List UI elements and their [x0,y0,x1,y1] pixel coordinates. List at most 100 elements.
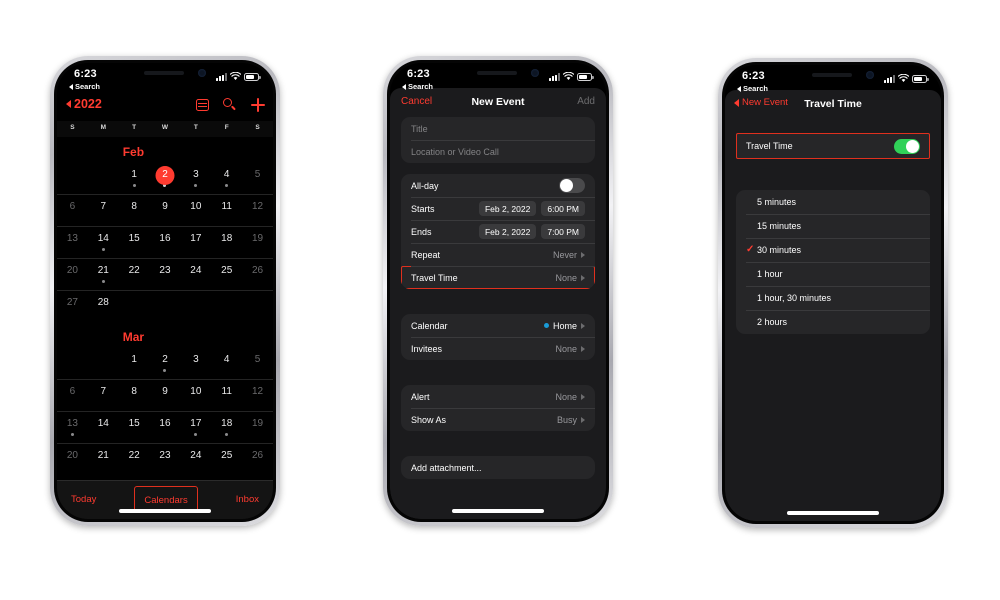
home-indicator[interactable] [119,509,211,513]
calendar-day[interactable]: 20 [57,444,88,475]
home-indicator[interactable] [787,511,879,515]
phone2-bezel: 6:23 Search Cancel New Event Add Title L… [387,60,609,522]
calendar-day[interactable]: 10 [180,380,211,411]
calendar-day[interactable]: 4 [211,348,242,379]
calendar-day[interactable]: 11 [211,195,242,226]
travel-time-row[interactable]: Travel Time None [401,266,595,289]
tab-inbox[interactable]: Inbox [236,494,259,505]
calendar-day[interactable]: 15 [119,227,150,258]
calendar-day[interactable]: 6 [57,380,88,411]
calendar-day[interactable]: 22 [119,259,150,290]
duration-option[interactable]: 15 minutes [736,214,930,238]
travel-time-toggle-row[interactable]: Travel Time [736,133,930,159]
title-field-row[interactable]: Title [401,117,595,140]
calendar-day[interactable]: 3 [180,163,211,194]
calendar-day[interactable]: 15 [119,412,150,443]
status-back-to-search[interactable]: Search [402,82,433,91]
add-event-icon[interactable] [251,98,265,112]
invitees-row[interactable]: Invitees None [401,337,595,360]
calendar-day[interactable]: 5 [242,348,273,379]
calendar-day[interactable]: 2 [150,348,181,379]
calendar-day[interactable]: 26 [242,444,273,475]
alert-row[interactable]: Alert None [401,385,595,408]
calendar-day[interactable]: 8 [119,380,150,411]
duration-option-selected[interactable]: ✓ 30 minutes [736,238,930,262]
year-back-button[interactable]: 2022 [66,97,102,111]
calendar-row[interactable]: Calendar Home [401,314,595,337]
calendar-day[interactable]: 28 [88,291,119,322]
calendar-day[interactable]: 20 [57,259,88,290]
search-icon[interactable] [223,98,237,112]
calendar-day[interactable]: 1 [119,348,150,379]
list-view-icon[interactable] [196,99,209,111]
location-input[interactable]: Location or Video Call [411,147,499,157]
calendar-day[interactable]: 19 [242,227,273,258]
home-indicator[interactable] [452,509,544,513]
repeat-row[interactable]: Repeat Never [401,243,595,266]
calendar-day[interactable]: 16 [150,412,181,443]
starts-time-button[interactable]: 6:00 PM [541,201,585,216]
calendar-day-selected[interactable]: 2 [150,163,181,194]
calendar-day[interactable]: 5 [242,163,273,194]
add-button[interactable]: Add [577,96,595,107]
tab-calendars[interactable]: Calendars [144,495,187,506]
duration-option[interactable]: 1 hour, 30 minutes [736,286,930,310]
calendar-day[interactable]: 8 [119,195,150,226]
calendar-day[interactable]: 21 [88,444,119,475]
travel-time-toggle-group: Travel Time [736,133,930,159]
all-day-row[interactable]: All-day [401,174,595,197]
travel-time-toggle[interactable] [894,138,920,154]
calendar-day[interactable]: 22 [119,444,150,475]
calendar-day[interactable]: 18 [211,412,242,443]
calendar-day[interactable]: 7 [88,380,119,411]
calendar-day[interactable]: 24 [180,444,211,475]
calendar-day[interactable]: 14 [88,412,119,443]
calendar-day[interactable]: 25 [211,444,242,475]
all-day-toggle[interactable] [559,178,585,193]
calendar-day[interactable]: 6 [57,195,88,226]
calendar-day[interactable]: 1 [119,163,150,194]
calendar-scroll-area[interactable]: Feb 1 2 3 4 5 6 7 8 9 10 11 12 13 14 15 16 17 18 19 20 21 22 23… [57,137,273,519]
calendar-day[interactable]: 7 [88,195,119,226]
calendar-day[interactable]: 11 [211,380,242,411]
calendar-day[interactable]: 18 [211,227,242,258]
notch [778,65,888,86]
tab-today[interactable]: Today [71,494,96,505]
calendar-day[interactable]: 19 [242,412,273,443]
calendar-day[interactable]: 23 [150,444,181,475]
status-back-to-search[interactable]: Search [737,84,768,93]
calendar-day[interactable]: 21 [88,259,119,290]
ends-time-button[interactable]: 7:00 PM [541,224,585,239]
ends-date-button[interactable]: Feb 2, 2022 [478,224,537,239]
calendar-day[interactable]: 12 [242,195,273,226]
title-input[interactable]: Title [411,124,428,134]
calendar-day[interactable]: 10 [180,195,211,226]
calendar-day[interactable]: 4 [211,163,242,194]
starts-row[interactable]: Starts Feb 2, 2022 6:00 PM [401,197,595,220]
calendar-day[interactable]: 25 [211,259,242,290]
duration-option[interactable]: 1 hour [736,262,930,286]
starts-date-button[interactable]: Feb 2, 2022 [478,201,537,216]
calendar-day[interactable]: 3 [180,348,211,379]
calendar-day[interactable]: 9 [150,380,181,411]
calendar-day[interactable]: 13 [57,412,88,443]
calendar-day[interactable]: 13 [57,227,88,258]
status-back-to-search[interactable]: Search [69,82,100,91]
calendar-day[interactable]: 23 [150,259,181,290]
calendar-day[interactable]: 16 [150,227,181,258]
add-attachment-row[interactable]: Add attachment... [401,456,595,479]
calendar-day[interactable]: 12 [242,380,273,411]
calendar-day[interactable]: 27 [57,291,88,322]
ends-row[interactable]: Ends Feb 2, 2022 7:00 PM [401,220,595,243]
duration-option[interactable]: 5 minutes [736,190,930,214]
calendar-day[interactable]: 24 [180,259,211,290]
calendar-day[interactable]: 26 [242,259,273,290]
day-number: 6 [69,201,76,212]
duration-option[interactable]: 2 hours [736,310,930,334]
calendar-day[interactable]: 14 [88,227,119,258]
calendar-day[interactable]: 9 [150,195,181,226]
show-as-row[interactable]: Show As Busy [401,408,595,431]
calendar-day[interactable]: 17 [180,412,211,443]
location-field-row[interactable]: Location or Video Call [401,140,595,163]
calendar-day[interactable]: 17 [180,227,211,258]
